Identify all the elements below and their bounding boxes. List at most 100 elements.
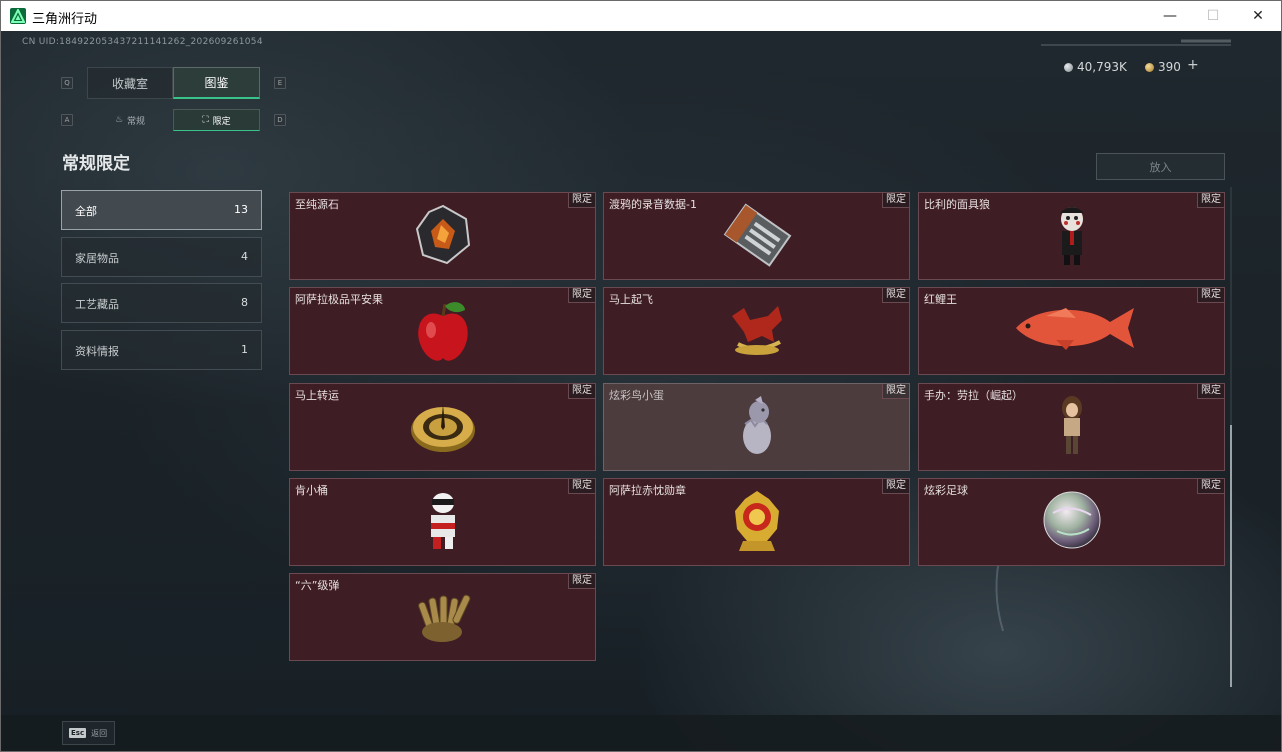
limited-tag: 限定 [568,288,595,303]
category-crafts[interactable]: 工艺藏品 8 [61,283,262,323]
horse-icon [731,306,782,355]
minimize-button[interactable]: — [1147,1,1193,31]
medal-icon [734,491,779,551]
robot-icon [430,493,455,549]
subtab-regular[interactable]: ♨ 常规 [87,109,173,131]
window-title: 三角洲行动 [32,12,98,27]
subtab-limited[interactable]: ⛶ 限定 [173,109,260,131]
item-card[interactable]: 肯小桶 限定 [289,478,596,566]
item-card[interactable]: 至纯源石 限定 [289,192,596,280]
silver-amount: 40,793K [1077,60,1127,74]
item-card[interactable]: 马上起飞 限定 [603,287,910,375]
item-name: 肯小桶 [295,484,328,497]
item-name: 手办：劳拉（崛起） [924,389,1023,402]
tab-collection-room-label: 收藏室 [111,76,148,91]
limited-tag: 限定 [882,193,909,208]
item-name: 马上起飞 [609,293,653,306]
minimize-icon: — [1163,8,1177,24]
item-name: “六”级弹 [295,579,340,592]
scrollbar-thumb[interactable] [1230,425,1232,687]
category-intel[interactable]: 资料情报 1 [61,330,262,370]
tab-codex[interactable]: 图鉴 [173,67,260,99]
item-name: 渡鸦的录音数据-1 [609,198,697,211]
limited-tag: 限定 [1197,479,1224,494]
item-name: 阿萨拉赤忱勋章 [609,484,686,497]
item-card[interactable]: 阿萨拉赤忱勋章 限定 [603,478,910,566]
silver-currency: 40,793K [1064,59,1127,75]
tab-codex-label: 图鉴 [204,76,229,90]
limited-tag: 限定 [1197,193,1224,208]
category-label: 资料情报 [75,345,119,358]
carp-icon [1015,308,1134,350]
section-title: 常规限定 [62,154,130,174]
back-label: 返回 [91,728,108,738]
egg-icon [742,396,771,454]
item-card[interactable]: 马上转运 限定 [289,383,596,471]
title-bar: 三角洲行动 — ☐ ✕ [1,1,1281,31]
esc-key-icon: Esc [69,728,87,738]
item-name: 阿萨拉极品平安果 [295,293,383,306]
limited-tag: 限定 [568,574,595,589]
app-logo-icon [10,8,26,24]
category-count: 8 [241,296,248,309]
limited-tag: 限定 [568,193,595,208]
a-key-hint: A [61,114,73,126]
category-label: 家居物品 [75,252,119,265]
item-name: 炫彩鸟小蛋 [609,389,664,402]
gem-icon [415,204,470,265]
limited-tag: 限定 [882,384,909,399]
limited-tag: 限定 [568,384,595,399]
close-button[interactable]: ✕ [1235,1,1281,31]
close-icon: ✕ [1252,8,1264,24]
uid-text: CN UID:18492205343721114126​2_2026092610… [22,37,263,47]
limited-tag: 限定 [882,479,909,494]
q-key-hint: Q [61,77,73,89]
game-viewport: CN UID:18492205343721114126​2_2026092610… [1,31,1281,751]
category-count: 13 [234,203,248,216]
item-card[interactable]: 阿萨拉极品平安果 限定 [289,287,596,375]
item-name: 炫彩足球 [924,484,968,497]
limited-tag: 限定 [1197,384,1224,399]
category-count: 4 [241,250,248,263]
tab-collection-room[interactable]: 收藏室 [87,67,173,99]
item-name: 马上转运 [295,389,339,402]
limited-tag: 限定 [1197,288,1224,303]
maximize-button[interactable]: ☐ [1190,1,1236,31]
category-home[interactable]: 家居物品 4 [61,237,262,277]
puppet-icon [1059,207,1084,265]
limited-tag: 限定 [568,479,595,494]
subtab-regular-label: 常规 [127,116,146,127]
category-all[interactable]: 全部 13 [61,190,262,230]
limited-tag: 限定 [882,288,909,303]
bullet-icon [417,594,470,642]
item-card[interactable]: 炫彩足球 限定 [918,478,1225,566]
item-name: 至纯源石 [295,198,339,211]
item-card[interactable]: 手办：劳拉（崛起） 限定 [918,383,1225,471]
gold-amount: 390 [1158,60,1181,74]
gold-coin-icon [1145,62,1154,72]
tape-icon [723,203,791,267]
category-label: 全部 [75,205,97,218]
app-window: 三角洲行动 — ☐ ✕ CN UID:18492205343721114126​… [0,0,1282,752]
subtab-limited-label: 限定 [212,116,231,127]
item-name: 红鲤王 [924,293,957,306]
item-card[interactable]: “六”级弹 限定 [289,573,596,661]
back-button[interactable]: Esc 返回 [62,721,115,745]
add-currency-button[interactable]: + [1187,57,1199,73]
silver-coin-icon [1064,62,1073,72]
put-in-button[interactable]: 放入 [1096,153,1225,180]
item-card[interactable]: 炫彩鸟小蛋 限定 [603,383,910,471]
item-name: 比利的面具狼 [924,198,990,211]
figure-icon [1061,396,1082,454]
item-card[interactable]: 渡鸦的录音数据-1 限定 [603,192,910,280]
apple-icon [417,302,468,361]
regular-icon: ♨ [114,115,124,125]
maximize-icon: ☐ [1206,8,1220,24]
item-card[interactable]: 红鲤王 限定 [918,287,1225,375]
footer-bar: Esc 返回 [1,715,1281,751]
e-key-hint: E [274,77,286,89]
item-card[interactable]: 比利的面具狼 限定 [918,192,1225,280]
ball-icon [1043,491,1100,549]
category-count: 1 [241,343,248,356]
category-label: 工艺藏品 [75,298,119,311]
